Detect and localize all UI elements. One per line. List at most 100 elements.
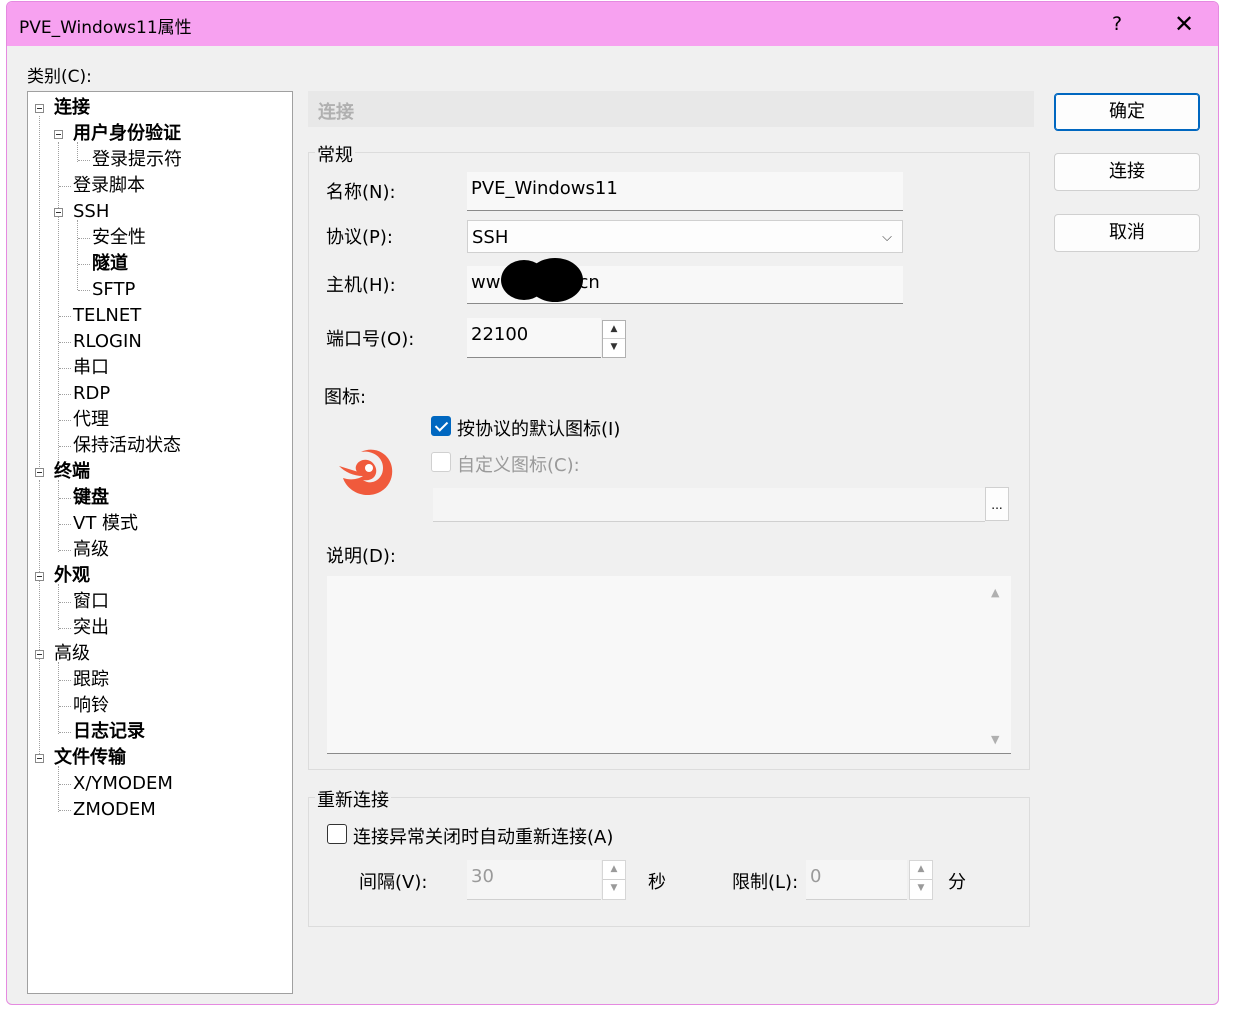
caret-up-icon[interactable]: ▲ xyxy=(603,321,625,339)
scroll-up-icon[interactable]: ▲ xyxy=(991,586,999,599)
icon-label: 图标: xyxy=(324,387,367,408)
collapse-icon[interactable] xyxy=(35,650,44,659)
tree-line xyxy=(59,342,71,343)
protocol-select[interactable]: SSH ⌵ xyxy=(467,220,903,253)
tree-item-keyboard[interactable]: 键盘 xyxy=(73,486,109,510)
tree-item-telnet[interactable]: TELNET xyxy=(73,304,141,328)
tree-item-trace[interactable]: 跟踪 xyxy=(73,668,109,692)
interval-spinner[interactable]: ▲ ▼ xyxy=(602,860,626,900)
ssh-shell-icon xyxy=(339,449,393,496)
caret-up-icon[interactable]: ▲ xyxy=(603,861,625,880)
auto-reconnect-checkbox[interactable] xyxy=(327,824,347,844)
tree-item-appearance[interactable]: 外观 xyxy=(54,564,90,588)
tree-item-bell[interactable]: 响铃 xyxy=(73,694,109,718)
tree-item-vt-mode[interactable]: VT 模式 xyxy=(73,512,138,536)
chevron-down-icon: ⌵ xyxy=(882,230,892,245)
tree-line xyxy=(78,238,90,239)
tree-line xyxy=(59,524,71,525)
tree-item-security[interactable]: 安全性 xyxy=(92,226,146,250)
port-spinner[interactable]: ▲ ▼ xyxy=(602,320,626,358)
port-label: 端口号(O): xyxy=(326,329,415,350)
tree-line xyxy=(59,784,71,785)
tree-line xyxy=(59,498,71,499)
tree-item-keepalive[interactable]: 保持活动状态 xyxy=(73,434,181,458)
description-textarea[interactable] xyxy=(327,576,1011,754)
tree-item-terminal-advanced[interactable]: 高级 xyxy=(73,538,109,562)
tree-line xyxy=(78,290,90,291)
caret-up-icon[interactable]: ▲ xyxy=(910,861,932,880)
tree-item-terminal[interactable]: 终端 xyxy=(54,460,90,484)
collapse-icon[interactable] xyxy=(35,572,44,581)
name-label: 名称(N): xyxy=(326,182,396,203)
tree-item-file-transfer[interactable]: 文件传输 xyxy=(54,746,126,770)
collapse-icon[interactable] xyxy=(35,104,44,113)
tree-item-connection[interactable]: 连接 xyxy=(54,96,90,120)
tree-item-window[interactable]: 窗口 xyxy=(73,590,109,614)
tree-item-rdp[interactable]: RDP xyxy=(73,382,110,406)
redaction-mark xyxy=(527,258,583,302)
port-input[interactable]: 22100 xyxy=(467,318,601,358)
tree-item-sftp[interactable]: SFTP xyxy=(92,278,135,302)
default-icon-label: 按协议的默认图标(I) xyxy=(457,419,621,440)
tree-item-logging[interactable]: 日志记录 xyxy=(73,720,145,744)
tree-item-ssh[interactable]: SSH xyxy=(73,200,109,224)
properties-dialog: PVE_Windows11属性 ? ✕ 类别(C): 连接 用户身份验证 登录提… xyxy=(6,1,1219,1005)
tree-line xyxy=(58,662,59,734)
custom-icon-label: 自定义图标(C): xyxy=(457,455,580,476)
tree-item-rlogin[interactable]: RLOGIN xyxy=(73,330,142,354)
tree-line xyxy=(59,446,71,447)
tree-line xyxy=(39,116,40,477)
collapse-icon[interactable] xyxy=(35,754,44,763)
tree-item-xymodem[interactable]: X/YMODEM xyxy=(73,772,173,796)
tree-line xyxy=(77,220,78,290)
tree-item-login-script[interactable]: 登录脚本 xyxy=(73,174,145,198)
tree-line xyxy=(58,142,59,478)
limit-label: 限制(L): xyxy=(732,872,799,893)
help-button[interactable]: ? xyxy=(1097,8,1137,40)
caret-down-icon[interactable]: ▼ xyxy=(910,880,932,899)
tree-item-login-prompt[interactable]: 登录提示符 xyxy=(92,148,182,172)
collapse-icon[interactable] xyxy=(54,130,63,139)
tree-item-advanced[interactable]: 高级 xyxy=(54,642,90,666)
tree-item-highlight[interactable]: 突出 xyxy=(73,616,109,640)
tree-line xyxy=(58,766,59,812)
tree-item-tunnel[interactable]: 隧道 xyxy=(92,252,128,276)
close-button[interactable]: ✕ xyxy=(1159,8,1209,40)
tree-line xyxy=(59,706,71,707)
limit-input[interactable]: 0 xyxy=(806,860,907,900)
interval-unit: 秒 xyxy=(648,872,666,893)
caret-down-icon[interactable]: ▼ xyxy=(603,880,625,899)
custom-icon-path-input[interactable] xyxy=(433,488,985,522)
tree-line xyxy=(59,368,71,369)
protocol-value: SSH xyxy=(472,227,509,248)
default-icon-checkbox[interactable] xyxy=(431,416,451,436)
tree-line xyxy=(59,602,71,603)
caret-down-icon[interactable]: ▼ xyxy=(603,339,625,357)
tree-line xyxy=(58,584,59,630)
tree-item-zmodem[interactable]: ZMODEM xyxy=(73,798,156,822)
browse-button[interactable]: ... xyxy=(985,487,1009,521)
scroll-down-icon[interactable]: ▼ xyxy=(991,733,999,746)
category-tree[interactable]: 连接 用户身份验证 登录提示符 登录脚本 SSH 安全性 隧道 SFTP TEL… xyxy=(27,91,293,994)
tree-line xyxy=(59,680,71,681)
name-input[interactable]: PVE_Windows11 xyxy=(467,172,903,211)
panel-title: 连接 xyxy=(318,102,354,123)
tree-item-proxy[interactable]: 代理 xyxy=(73,408,109,432)
title-bar[interactable]: PVE_Windows11属性 ? ✕ xyxy=(7,2,1218,46)
limit-unit: 分 xyxy=(948,872,966,893)
limit-spinner[interactable]: ▲ ▼ xyxy=(909,860,933,900)
connect-button[interactable]: 连接 xyxy=(1054,153,1200,191)
ok-button[interactable]: 确定 xyxy=(1054,93,1200,131)
collapse-icon[interactable] xyxy=(35,468,44,477)
tree-line xyxy=(59,732,71,733)
tree-line xyxy=(59,550,71,551)
interval-input[interactable]: 30 xyxy=(467,860,601,900)
description-scrollbar[interactable]: ▲ ▼ xyxy=(987,580,1007,750)
tree-item-user-auth[interactable]: 用户身份验证 xyxy=(73,122,181,146)
close-icon: ✕ xyxy=(1173,10,1195,38)
collapse-icon[interactable] xyxy=(54,208,63,217)
tree-line xyxy=(59,810,71,811)
cancel-button[interactable]: 取消 xyxy=(1054,214,1200,252)
tree-item-serial[interactable]: 串口 xyxy=(73,356,109,380)
custom-icon-checkbox[interactable] xyxy=(431,452,451,472)
